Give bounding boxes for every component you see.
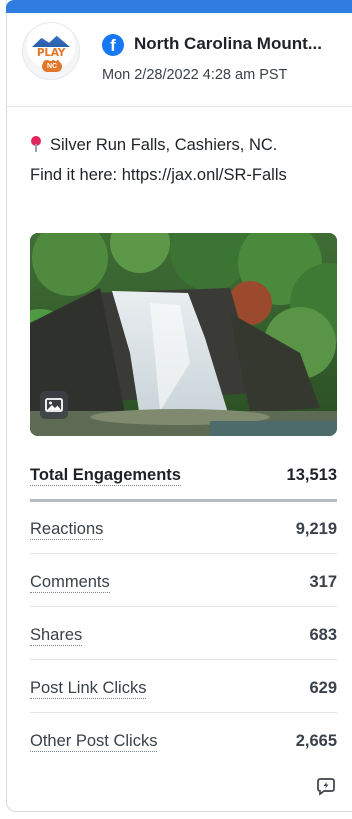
- metric-value: 683: [309, 626, 337, 644]
- metric-comments: Comments 317: [30, 572, 337, 594]
- metric-label[interactable]: Shares: [30, 625, 83, 646]
- metric-label[interactable]: Reactions: [30, 519, 104, 540]
- metric-value: 13,513: [286, 466, 337, 484]
- metric-other-post-clicks: Other Post Clicks 2,665: [30, 731, 337, 753]
- post-image[interactable]: [30, 233, 337, 436]
- metric-value: 317: [309, 573, 337, 591]
- metric-label[interactable]: Comments: [30, 572, 110, 593]
- post-timestamp: Mon 2/28/2022 4:28 am PST: [102, 67, 288, 83]
- waterfall-photo: [30, 233, 337, 436]
- metric-label[interactable]: Other Post Clicks: [30, 731, 158, 752]
- metric-reactions: Reactions 9,219: [30, 519, 337, 541]
- logo-badge: NC: [42, 61, 62, 72]
- total-divider: [30, 499, 337, 502]
- row-divider: [30, 553, 337, 554]
- metric-value: 9,219: [295, 520, 337, 538]
- mountain-logo-icon: [32, 35, 70, 47]
- lightning-bolt-icon[interactable]: [316, 776, 336, 796]
- location-pin-icon: [30, 136, 42, 152]
- metric-value: 2,665: [295, 732, 337, 750]
- metric-value: 629: [309, 679, 337, 697]
- row-divider: [30, 659, 337, 660]
- post-location-text: Silver Run Falls, Cashiers, NC.: [50, 136, 278, 154]
- metric-label[interactable]: Post Link Clicks: [30, 678, 147, 699]
- page-name[interactable]: North Carolina Mount...: [134, 34, 344, 54]
- metric-shares: Shares 683: [30, 625, 337, 647]
- card-accent-bar: [6, 0, 352, 13]
- metric-total-engagements: Total Engagements 13,513: [30, 465, 337, 487]
- row-divider: [30, 712, 337, 713]
- page-avatar[interactable]: PLAY ON NC: [22, 22, 80, 80]
- post-text-line-2[interactable]: Find it here: https://jax.onl/SR-Falls: [30, 166, 287, 185]
- metric-post-link-clicks: Post Link Clicks 629: [30, 678, 337, 700]
- post-text-line-1: Silver Run Falls, Cashiers, NC.: [30, 136, 277, 155]
- image-icon[interactable]: [40, 391, 68, 419]
- row-divider: [30, 606, 337, 607]
- metric-label[interactable]: Total Engagements: [30, 465, 181, 486]
- facebook-icon: f: [102, 34, 124, 56]
